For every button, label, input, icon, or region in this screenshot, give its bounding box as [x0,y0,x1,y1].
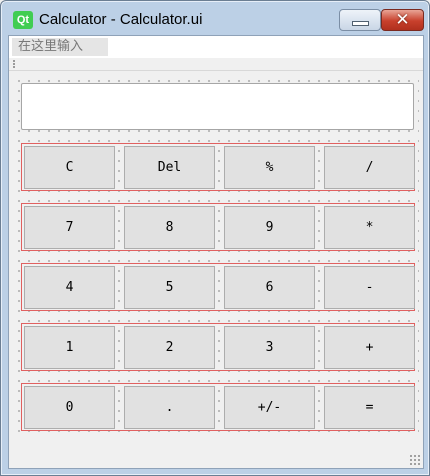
window-title: Calculator - Calculator.ui [39,11,203,28]
digit-4-button[interactable]: 4 [24,266,115,309]
keypad-row-5: 0 . +/- = [21,383,415,431]
central-widget: C Del % / 7 8 9 * 4 5 6 - 1 2 3 + 0 . +/… [11,73,419,435]
keypad-row-3: 4 5 6 - [21,263,415,311]
keypad-row-2: 7 8 9 * [21,203,415,251]
add-button[interactable]: + [324,326,415,369]
minimize-icon [352,21,369,26]
close-icon: ✕ [395,10,410,30]
digit-7-button[interactable]: 7 [24,206,115,249]
toolbar [9,58,423,71]
designer-window: Qt Calculator - Calculator.ui ✕ 在这里输入 C … [0,0,430,476]
digit-9-button[interactable]: 9 [224,206,315,249]
qt-logo-icon: Qt [13,11,33,29]
decimal-point-button[interactable]: . [124,386,215,429]
clear-button[interactable]: C [24,146,115,189]
digit-8-button[interactable]: 8 [124,206,215,249]
percent-button[interactable]: % [224,146,315,189]
menu-type-here-input[interactable]: 在这里输入 [12,38,108,56]
title-bar[interactable]: Qt Calculator - Calculator.ui ✕ [1,1,429,35]
calculator-display[interactable] [21,83,414,130]
digit-6-button[interactable]: 6 [224,266,315,309]
delete-button[interactable]: Del [124,146,215,189]
equals-button[interactable]: = [324,386,415,429]
subtract-button[interactable]: - [324,266,415,309]
close-button[interactable]: ✕ [381,9,424,31]
digit-1-button[interactable]: 1 [24,326,115,369]
resize-grip-icon[interactable] [409,454,421,466]
toggle-sign-button[interactable]: +/- [224,386,315,429]
digit-0-button[interactable]: 0 [24,386,115,429]
keypad-row-1: C Del % / [21,143,415,191]
digit-2-button[interactable]: 2 [124,326,215,369]
digit-3-button[interactable]: 3 [224,326,315,369]
divide-button[interactable]: / [324,146,415,189]
digit-5-button[interactable]: 5 [124,266,215,309]
keypad-row-4: 1 2 3 + [21,323,415,371]
minimize-button[interactable] [339,9,381,31]
form-client-area: 在这里输入 C Del % / 7 8 9 * 4 5 6 - 1 2 3 + … [8,35,424,469]
toolbar-grip-icon[interactable] [13,60,17,68]
menu-bar: 在这里输入 [9,36,423,58]
multiply-button[interactable]: * [324,206,415,249]
